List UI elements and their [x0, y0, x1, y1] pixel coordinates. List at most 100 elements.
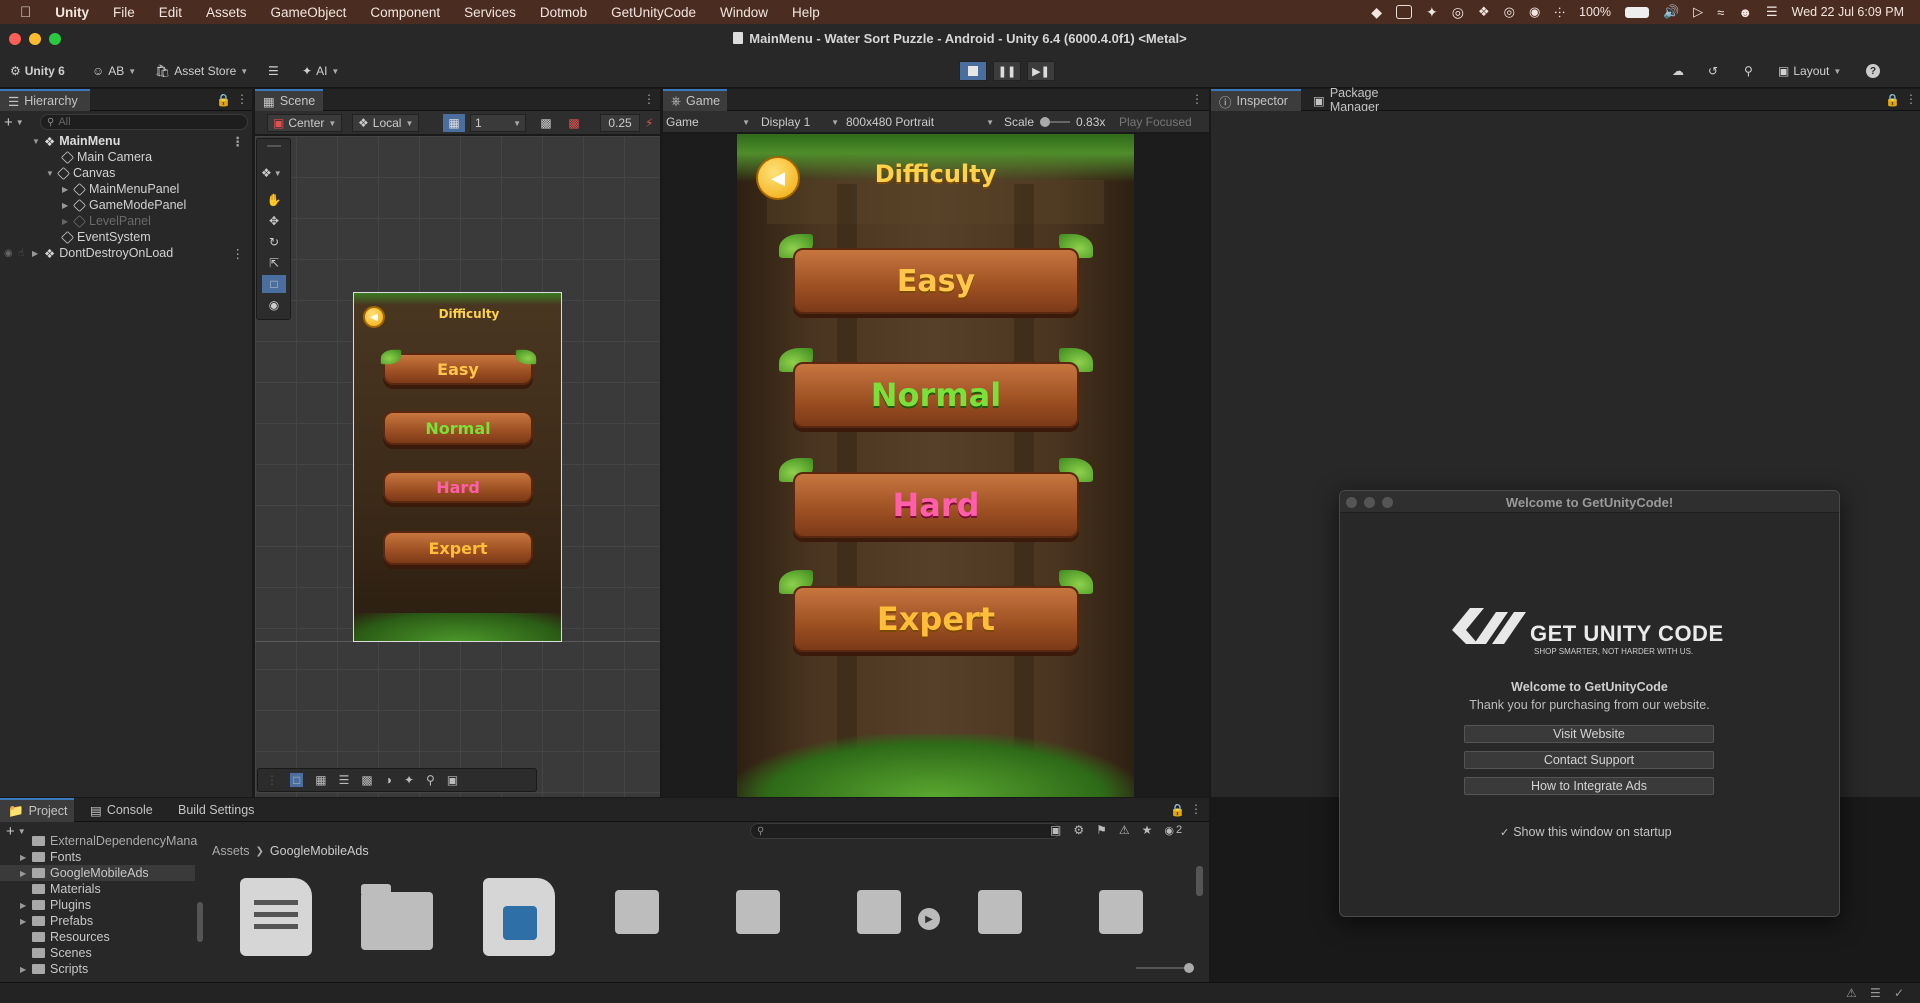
easy-button[interactable]: Easy — [793, 248, 1079, 314]
project-folder-googlemobileads[interactable]: ▶ GoogleMobileAds — [0, 865, 195, 881]
hierarchy-item-canvas[interactable]: ▼ Canvas — [46, 165, 115, 181]
puzzle-asset-icon[interactable] — [1099, 890, 1171, 968]
kebab-menu-icon[interactable]: ⋮ — [1190, 802, 1202, 816]
menu-edit[interactable]: Edit — [147, 5, 194, 20]
menu-dotmob[interactable]: Dotmob — [528, 5, 599, 20]
game-canvas[interactable]: ◀ Difficulty Easy Normal Hard Expert — [737, 134, 1134, 797]
grammarly-icon[interactable]: ◉ — [1529, 4, 1540, 20]
expert-button[interactable]: Expert — [793, 586, 1079, 652]
document-asset-icon[interactable] — [240, 878, 312, 956]
puzzle-asset-icon[interactable] — [978, 890, 1050, 968]
pivot-dropdown[interactable]: ▣ Center ▼ — [267, 114, 343, 132]
effects-icon[interactable]: ✦ — [404, 773, 414, 787]
close-window-button[interactable] — [9, 33, 21, 45]
tab-build-settings[interactable]: Build Settings — [170, 798, 270, 822]
scale-tool-button[interactable]: ⇱ — [262, 254, 286, 272]
project-folder-materials[interactable]: Materials — [20, 881, 101, 897]
lock-icon[interactable]: 🔒 — [1170, 803, 1185, 817]
menu-services[interactable]: Services — [452, 5, 528, 20]
scale-slider[interactable] — [1040, 117, 1071, 127]
help-button[interactable]: ? — [1866, 61, 1880, 81]
search-by-type-icon[interactable]: ▣ — [1050, 823, 1061, 837]
show-on-startup-checkbox[interactable]: ✓ Show this window on startup — [1500, 825, 1672, 839]
apple-icon[interactable]:  — [0, 4, 43, 21]
hierarchy-item-eventsystem[interactable]: EventSystem — [60, 229, 151, 245]
step-button[interactable]: ▶❚ — [1027, 61, 1055, 81]
kebab-menu-icon[interactable]: ⋮ — [232, 134, 253, 149]
expand-arrow-icon[interactable]: ▶ — [20, 965, 32, 974]
grid-size-field[interactable]: 1 ▼ — [470, 114, 526, 132]
resolution-dropdown[interactable]: 800x480 Portrait ▼ — [842, 113, 994, 131]
hierarchy-item-mainmenu[interactable]: ▼ ❖ MainMenu ⋮ — [32, 133, 252, 149]
battery-icon[interactable] — [1624, 6, 1649, 18]
search-button[interactable]: ⚲ — [1744, 61, 1753, 81]
snap-toggle[interactable]: ▩ — [535, 114, 557, 132]
project-search[interactable]: ⚲ — [750, 823, 1060, 839]
project-folder-resources[interactable]: Resources — [20, 929, 110, 945]
dropbox-icon[interactable]: ❖ — [1478, 4, 1490, 20]
project-folder-fonts[interactable]: ▶ Fonts — [20, 849, 81, 865]
hand-tool-button[interactable]: ✋ — [262, 191, 286, 209]
camera-icon[interactable]: ▣ — [447, 773, 458, 787]
tab-hierarchy[interactable]: ☰ Hierarchy — [0, 89, 90, 111]
drag-handle[interactable] — [267, 145, 281, 147]
tab-package-manager[interactable]: ▣ Package Manager — [1305, 86, 1435, 114]
kebab-menu-icon[interactable]: ⋮ — [643, 92, 655, 106]
clipboard-icon[interactable] — [1396, 5, 1413, 19]
hierarchy-search[interactable]: ⚲ All — [40, 114, 248, 130]
volume-icon[interactable]: 🔊 — [1663, 4, 1679, 20]
project-folder-prefabs[interactable]: ▶ Prefabs — [20, 913, 93, 929]
expand-arrow-icon[interactable]: ▶ — [20, 901, 32, 910]
gizmo-grid-icon[interactable]: ▩ — [361, 773, 372, 787]
expand-arrow-icon[interactable]: ▶ — [32, 249, 44, 258]
sparkle-icon[interactable]: ✦ — [1426, 4, 1438, 21]
airdrop-icon[interactable]: ◎ — [1504, 4, 1515, 20]
package-button[interactable]: ☰ — [268, 61, 279, 81]
warning-icon[interactable]: ⚠ — [1119, 823, 1130, 837]
project-folder-plugins[interactable]: ▶ Plugins — [20, 897, 91, 913]
shading-icon[interactable]: ◑ — [385, 773, 392, 787]
drag-handle[interactable]: ⋮ — [266, 773, 278, 787]
breadcrumb-assets[interactable]: Assets — [212, 844, 250, 858]
hierarchy-item-gamemodepanel[interactable]: ▶ GameModePanel — [62, 197, 186, 213]
wifi-icon[interactable]: ≈ — [1717, 5, 1724, 20]
create-button[interactable]: + ▼ — [4, 114, 24, 131]
kebab-menu-icon[interactable]: ⋮ — [1905, 92, 1917, 106]
menu-component[interactable]: Component — [358, 5, 452, 20]
assets-scrollbar[interactable] — [1196, 866, 1203, 896]
transform-tool-button[interactable]: ◉ — [262, 296, 286, 314]
expand-arrow-icon[interactable]: ▶ — [20, 853, 32, 862]
project-folder-scenes[interactable]: Scenes — [20, 945, 92, 961]
menu-window[interactable]: Window — [708, 5, 780, 20]
breadcrumb-googlemobileads[interactable]: GoogleMobileAds — [270, 844, 369, 858]
expand-arrow-icon[interactable]: ▶ — [20, 869, 32, 878]
cache-server-icon[interactable]: ☰ — [1870, 986, 1881, 1000]
hard-button[interactable]: Hard — [793, 472, 1079, 538]
visit-website-button[interactable]: Visit Website — [1464, 725, 1714, 743]
move-tool-button[interactable]: ✥ — [262, 212, 286, 230]
maximize-window-button[interactable] — [49, 33, 61, 45]
kebab-menu-icon[interactable]: ⋮ — [1191, 92, 1203, 106]
integrate-ads-button[interactable]: How to Integrate Ads — [1464, 777, 1714, 795]
increment-snap-toggle[interactable]: ▩ — [563, 114, 585, 132]
puzzle-asset-icon[interactable] — [857, 890, 929, 968]
hierarchy-item-dontdestroyonload[interactable]: ◉ ☝ ▶ ❖ DontDestroyOnLoad ⋮ — [4, 245, 252, 261]
rotate-tool-button[interactable]: ↻ — [262, 233, 286, 251]
menu-help[interactable]: Help — [780, 5, 832, 20]
hidden-packages-toggle[interactable]: ◉ 2 — [1164, 824, 1182, 837]
menu-assets[interactable]: Assets — [194, 5, 259, 20]
hierarchy-item-levelpanel[interactable]: ▶ LevelPanel — [62, 213, 151, 229]
zoom-icon[interactable]: ⚲ — [426, 773, 435, 787]
history-button[interactable]: ↺ — [1708, 61, 1718, 81]
folder-asset-icon[interactable] — [361, 884, 433, 970]
debug-icon[interactable]: ⚠ — [1846, 986, 1857, 1000]
account-button[interactable]: ☺ AB ▼ — [92, 61, 136, 81]
rect-select-icon[interactable]: □ — [290, 773, 304, 787]
puzzle-asset-icon[interactable] — [736, 890, 808, 968]
cloud-button[interactable]: ☁ — [1672, 61, 1684, 81]
menu-file[interactable]: File — [101, 5, 147, 20]
play-stop-button[interactable] — [959, 61, 987, 81]
puzzle-asset-icon[interactable] — [615, 890, 687, 968]
asset-store-button[interactable]: 🛍 Asset Store ▼ — [155, 61, 248, 81]
space-dropdown[interactable]: ❖ Local ▼ — [352, 114, 420, 132]
